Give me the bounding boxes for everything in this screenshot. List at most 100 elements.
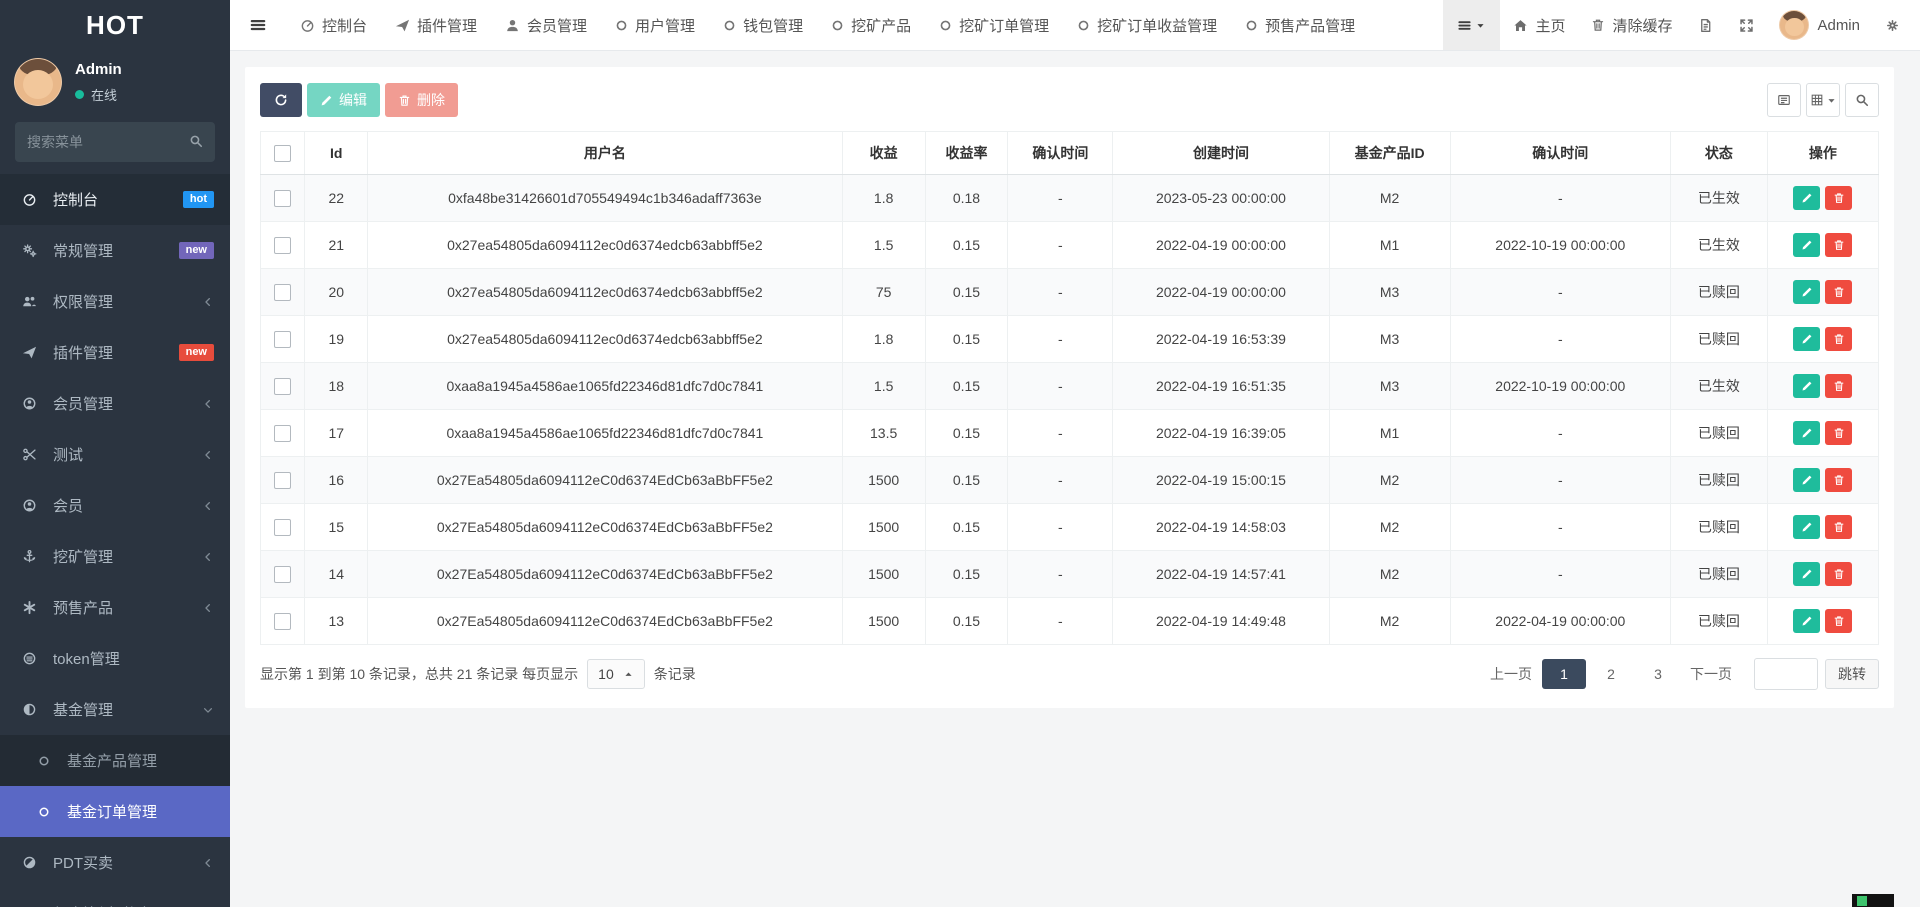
page-button-1[interactable]: 1 xyxy=(1542,659,1586,689)
sidebar-item-pdt[interactable]: PDT买卖 xyxy=(0,837,230,888)
sidebar-item-general[interactable]: 常规管理new xyxy=(0,225,230,276)
row-checkbox[interactable] xyxy=(274,566,291,583)
circle-icon-wrap xyxy=(38,806,58,818)
top-tab-mining-order[interactable]: 挖矿订单管理 xyxy=(925,0,1063,50)
sidebar-item-presale[interactable]: 预售产品 xyxy=(0,582,230,633)
gauge-icon-wrap xyxy=(22,192,44,207)
row-delete-button[interactable] xyxy=(1825,233,1852,257)
halfcircle-icon xyxy=(22,702,37,717)
row-edit-button[interactable] xyxy=(1793,233,1820,257)
row-delete-button[interactable] xyxy=(1825,562,1852,586)
top-tab-mining-product[interactable]: 挖矿产品 xyxy=(817,0,925,50)
page-button-3[interactable]: 3 xyxy=(1636,659,1680,689)
app-logo: HOT xyxy=(0,0,230,50)
row-edit-button[interactable] xyxy=(1793,186,1820,210)
avatar xyxy=(1779,10,1809,40)
top-tab-member[interactable]: 会员管理 xyxy=(491,0,601,50)
card-view-button[interactable] xyxy=(1767,83,1801,117)
page-button-2[interactable]: 2 xyxy=(1589,659,1633,689)
top-tab-wallet[interactable]: 钱包管理 xyxy=(709,0,817,50)
select-all-checkbox[interactable] xyxy=(274,145,291,162)
row-edit-button[interactable] xyxy=(1793,468,1820,492)
user-circle-icon xyxy=(22,498,37,513)
row-delete-button[interactable] xyxy=(1825,421,1852,445)
menu-search-input[interactable] xyxy=(15,122,215,162)
sidebar-item-member-manage[interactable]: 会员管理 xyxy=(0,378,230,429)
row-edit-button[interactable] xyxy=(1793,609,1820,633)
row-checkbox[interactable] xyxy=(274,331,291,348)
sidebar-item-mining[interactable]: 挖矿管理 xyxy=(0,531,230,582)
row-delete-button[interactable] xyxy=(1825,515,1852,539)
columns-button[interactable] xyxy=(1806,83,1840,117)
prev-page-button[interactable]: 上一页 xyxy=(1483,659,1539,689)
settings-button[interactable] xyxy=(1872,0,1920,50)
page-size-select[interactable]: 10 xyxy=(587,659,645,689)
sidebar-item-test[interactable]: 测试 xyxy=(0,429,230,480)
row-edit-button[interactable] xyxy=(1793,374,1820,398)
row-delete-button[interactable] xyxy=(1825,468,1852,492)
sidebar-item-dashboard[interactable]: 控制台hot xyxy=(0,174,230,225)
delete-button[interactable]: 删除 xyxy=(385,83,458,117)
top-tab-presale-product[interactable]: 预售产品管理 xyxy=(1231,0,1369,50)
cell-operations xyxy=(1767,551,1878,598)
chevron-left-icon xyxy=(202,500,214,512)
refresh-button[interactable] xyxy=(260,83,302,117)
asterisk-icon-wrap xyxy=(22,600,44,615)
avatar[interactable] xyxy=(14,58,62,106)
plane-icon xyxy=(22,345,37,360)
top-tab-dashboard[interactable]: 控制台 xyxy=(286,0,381,50)
row-delete-button[interactable] xyxy=(1825,186,1852,210)
top-tab-user[interactable]: 用户管理 xyxy=(601,0,709,50)
table-row: 180xaa8a1945a4586ae1065fd22346d81dfc7d0c… xyxy=(261,363,1879,410)
table-row: 220xfa48be31426601d705549494c1b346adaff7… xyxy=(261,175,1879,222)
home-link[interactable]: 主页 xyxy=(1500,0,1578,50)
row-checkbox[interactable] xyxy=(274,519,291,536)
row-checkbox[interactable] xyxy=(274,237,291,254)
sidebar-item-auth[interactable]: 权限管理 xyxy=(0,276,230,327)
row-delete-button[interactable] xyxy=(1825,374,1852,398)
cell-operations xyxy=(1767,598,1878,645)
row-actions xyxy=(1774,280,1872,304)
edit-button[interactable]: 编辑 xyxy=(307,83,380,117)
chevleft-icon xyxy=(202,857,214,869)
page-jump-button[interactable]: 跳转 xyxy=(1825,659,1879,689)
sidebar-item-token[interactable]: token管理 xyxy=(0,633,230,684)
cell-username: 0x27Ea54805da6094112eC0d6374EdCb63aBbFF5… xyxy=(368,457,843,504)
row-checkbox[interactable] xyxy=(274,472,291,489)
page-jump-input[interactable] xyxy=(1754,658,1818,690)
cell-fund_id: M3 xyxy=(1329,269,1450,316)
check-update-button[interactable] xyxy=(1685,0,1726,50)
row-edit-button[interactable] xyxy=(1793,562,1820,586)
row-edit-button[interactable] xyxy=(1793,515,1820,539)
row-delete-button[interactable] xyxy=(1825,327,1852,351)
cell-username: 0x27ea54805da6094112ec0d6374edcb63abbff5… xyxy=(368,316,843,363)
cell-id: 15 xyxy=(305,504,368,551)
next-page-button[interactable]: 下一页 xyxy=(1683,659,1739,689)
cell-operations xyxy=(1767,410,1878,457)
row-checkbox[interactable] xyxy=(274,284,291,301)
row-delete-button[interactable] xyxy=(1825,280,1852,304)
top-tab-addon[interactable]: 插件管理 xyxy=(381,0,491,50)
row-checkbox[interactable] xyxy=(274,425,291,442)
sidebar-item-fund-order[interactable]: 基金订单管理 xyxy=(0,786,230,837)
row-checkbox[interactable] xyxy=(274,378,291,395)
row-checkbox[interactable] xyxy=(274,613,291,630)
row-checkbox[interactable] xyxy=(274,190,291,207)
row-edit-button[interactable] xyxy=(1793,280,1820,304)
sidebar-item-commission[interactable]: 佣金比例（级） xyxy=(0,888,230,907)
row-edit-button[interactable] xyxy=(1793,327,1820,351)
row-delete-button[interactable] xyxy=(1825,609,1852,633)
tab-list-dropdown-button[interactable] xyxy=(1443,0,1500,50)
sidebar-item-fund[interactable]: 基金管理 xyxy=(0,684,230,735)
fullscreen-button[interactable] xyxy=(1726,0,1767,50)
top-tab-mining-income[interactable]: 挖矿订单收益管理 xyxy=(1063,0,1231,50)
cell-confirm_time2: - xyxy=(1450,457,1670,504)
sidebar-item-addon[interactable]: 插件管理new xyxy=(0,327,230,378)
topbar-user-menu[interactable]: Admin xyxy=(1767,0,1872,50)
sidebar-toggle-button[interactable] xyxy=(230,0,286,50)
sidebar-item-fund-product[interactable]: 基金产品管理 xyxy=(0,735,230,786)
sidebar-item-member[interactable]: 会员 xyxy=(0,480,230,531)
row-edit-button[interactable] xyxy=(1793,421,1820,445)
clear-cache-button[interactable]: 清除缓存 xyxy=(1578,0,1685,50)
search-toggle-button[interactable] xyxy=(1845,83,1879,117)
